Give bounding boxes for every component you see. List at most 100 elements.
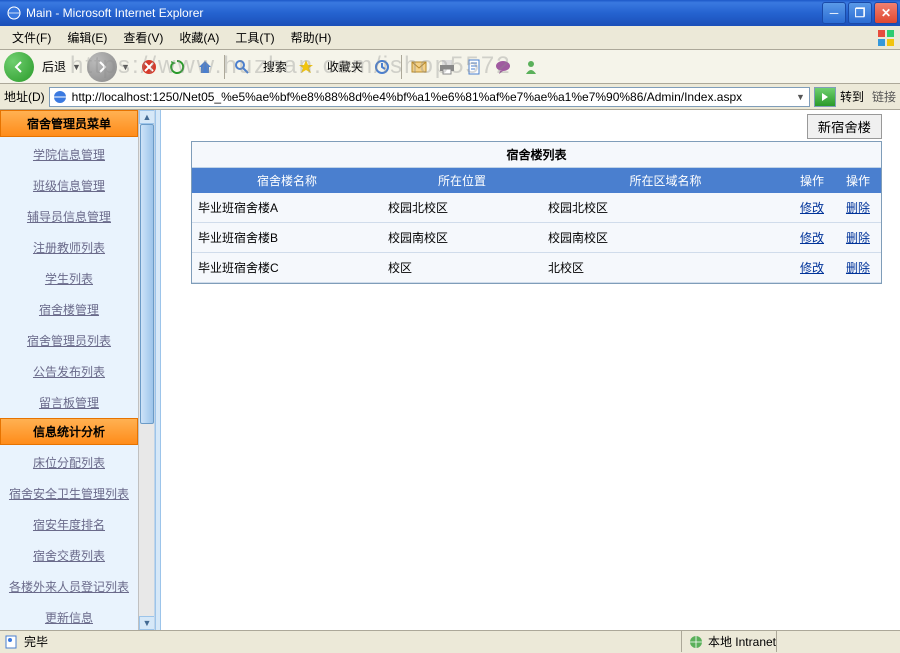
- url-input[interactable]: [72, 90, 794, 104]
- delete-link[interactable]: 删除: [846, 231, 870, 245]
- cell-name: 毕业班宿舍楼B: [192, 223, 382, 253]
- sidebar-link-class[interactable]: 班级信息管理: [0, 170, 138, 201]
- sidebar-link-update[interactable]: 更新信息: [0, 602, 138, 630]
- status-grip: [776, 631, 896, 652]
- zone-icon: [688, 634, 704, 650]
- search-label: 搜索: [263, 58, 287, 75]
- forward-button[interactable]: [87, 52, 117, 82]
- edit-link[interactable]: 修改: [800, 201, 824, 215]
- search-button[interactable]: [229, 54, 255, 80]
- sidebar-link-notice[interactable]: 公告发布列表: [0, 356, 138, 387]
- favorites-button[interactable]: [293, 54, 319, 80]
- back-label: 后退: [42, 58, 66, 75]
- sidebar-link-fee[interactable]: 宿舍交费列表: [0, 540, 138, 571]
- th-name: 宿舍楼名称: [192, 168, 382, 193]
- content-area: 宿舍管理员菜单 学院信息管理 班级信息管理 辅导员信息管理 注册教师列表 学生列…: [0, 110, 900, 630]
- favorites-label: 收藏夹: [327, 58, 363, 75]
- cell-loc: 校园南校区: [382, 223, 542, 253]
- edit-link[interactable]: 修改: [800, 261, 824, 275]
- table-container: 宿舍楼列表 宿舍楼名称 所在位置 所在区域名称 操作 操作 毕业班宿舍楼A 校园…: [191, 141, 882, 284]
- sidebar-link-counselor[interactable]: 辅导员信息管理: [0, 201, 138, 232]
- cell-name: 毕业班宿舍楼C: [192, 253, 382, 283]
- menu-bar: 文件(F) 编辑(E) 查看(V) 收藏(A) 工具(T) 帮助(H): [0, 26, 900, 50]
- sidebar-scrollbar[interactable]: ▲ ▼: [138, 110, 154, 630]
- cell-area: 校园北校区: [542, 193, 789, 223]
- menu-edit[interactable]: 编辑(E): [59, 26, 115, 49]
- sidebar-link-dormadmin[interactable]: 宿舍管理员列表: [0, 325, 138, 356]
- url-field-container: ▼: [49, 87, 810, 107]
- mail-button[interactable]: [406, 54, 432, 80]
- cell-loc: 校区: [382, 253, 542, 283]
- table-row: 毕业班宿舍楼C 校区 北校区 修改 删除: [192, 253, 881, 283]
- menu-help[interactable]: 帮助(H): [283, 26, 340, 49]
- zone-text: 本地 Intranet: [708, 633, 776, 650]
- forward-dropdown-icon[interactable]: ▼: [121, 62, 130, 72]
- back-dropdown-icon[interactable]: ▼: [72, 62, 81, 72]
- delete-link[interactable]: 删除: [846, 261, 870, 275]
- menu-file[interactable]: 文件(F): [4, 26, 59, 49]
- print-button[interactable]: [434, 54, 460, 80]
- sidebar-category-stats: 信息统计分析: [0, 418, 138, 445]
- scroll-up-icon[interactable]: ▲: [139, 110, 155, 124]
- messenger-button[interactable]: [518, 54, 544, 80]
- sidebar-link-bed[interactable]: 床位分配列表: [0, 447, 138, 478]
- main-panel: 新宿舍楼 宿舍楼列表 宿舍楼名称 所在位置 所在区域名称 操作 操作 毕业班宿舍…: [161, 110, 900, 630]
- stop-button[interactable]: [136, 54, 162, 80]
- table-row: 毕业班宿舍楼A 校园北校区 校园北校区 修改 删除: [192, 193, 881, 223]
- home-button[interactable]: [192, 54, 218, 80]
- ie-icon: [6, 5, 22, 21]
- sidebar-link-dormbuilding[interactable]: 宿舍楼管理: [0, 294, 138, 325]
- window-title: Main - Microsoft Internet Explorer: [26, 6, 822, 20]
- minimize-button[interactable]: ─: [822, 2, 846, 24]
- links-label[interactable]: 链接: [872, 88, 896, 105]
- edit-link[interactable]: 修改: [800, 231, 824, 245]
- sidebar-link-college[interactable]: 学院信息管理: [0, 139, 138, 170]
- maximize-button[interactable]: ❐: [848, 2, 872, 24]
- address-label: 地址(D): [4, 88, 45, 105]
- window-titlebar: Main - Microsoft Internet Explorer ─ ❐ ✕: [0, 0, 900, 26]
- sidebar-link-teacher[interactable]: 注册教师列表: [0, 232, 138, 263]
- windows-flag-icon: [876, 28, 896, 48]
- sidebar-link-visitor[interactable]: 各楼外来人员登记列表: [0, 571, 138, 602]
- page-icon: [52, 89, 68, 105]
- sidebar-link-student[interactable]: 学生列表: [0, 263, 138, 294]
- toolbar-separator: [224, 55, 225, 79]
- th-op2: 操作: [835, 168, 881, 193]
- back-button[interactable]: [4, 52, 34, 82]
- toolbar-separator-2: [401, 55, 402, 79]
- url-dropdown-icon[interactable]: ▼: [794, 92, 807, 102]
- address-bar: 地址(D) ▼ 转到 链接: [0, 84, 900, 110]
- table-row: 毕业班宿舍楼B 校园南校区 校园南校区 修改 删除: [192, 223, 881, 253]
- cell-loc: 校园北校区: [382, 193, 542, 223]
- new-dorm-button[interactable]: 新宿舍楼: [807, 114, 882, 139]
- sidebar-category-admin: 宿舍管理员菜单: [0, 110, 138, 137]
- status-bar: 完毕 本地 Intranet: [0, 630, 900, 652]
- cell-area: 北校区: [542, 253, 789, 283]
- history-button[interactable]: [369, 54, 395, 80]
- table-caption: 宿舍楼列表: [192, 142, 881, 168]
- go-label: 转到: [840, 88, 864, 105]
- discuss-button[interactable]: [490, 54, 516, 80]
- scroll-down-icon[interactable]: ▼: [139, 616, 155, 630]
- sidebar-link-annual[interactable]: 宿安年度排名: [0, 509, 138, 540]
- sidebar-link-message[interactable]: 留言板管理: [0, 387, 138, 418]
- refresh-button[interactable]: [164, 54, 190, 80]
- status-text: 完毕: [24, 633, 48, 650]
- th-location: 所在位置: [382, 168, 542, 193]
- th-area: 所在区域名称: [542, 168, 789, 193]
- cell-area: 校园南校区: [542, 223, 789, 253]
- done-icon: [4, 634, 20, 650]
- menu-favorites[interactable]: 收藏(A): [171, 26, 227, 49]
- go-button[interactable]: [814, 87, 836, 107]
- menu-tools[interactable]: 工具(T): [227, 26, 282, 49]
- delete-link[interactable]: 删除: [846, 201, 870, 215]
- menu-view[interactable]: 查看(V): [115, 26, 171, 49]
- cell-name: 毕业班宿舍楼A: [192, 193, 382, 223]
- close-button[interactable]: ✕: [874, 2, 898, 24]
- edit-button[interactable]: [462, 54, 488, 80]
- sidebar: 宿舍管理员菜单 学院信息管理 班级信息管理 辅导员信息管理 注册教师列表 学生列…: [0, 110, 155, 630]
- dorm-table: 宿舍楼名称 所在位置 所在区域名称 操作 操作 毕业班宿舍楼A 校园北校区 校园…: [192, 168, 881, 283]
- sidebar-link-safety[interactable]: 宿舍安全卫生管理列表: [0, 478, 138, 509]
- th-op1: 操作: [789, 168, 835, 193]
- scroll-thumb[interactable]: [140, 124, 154, 424]
